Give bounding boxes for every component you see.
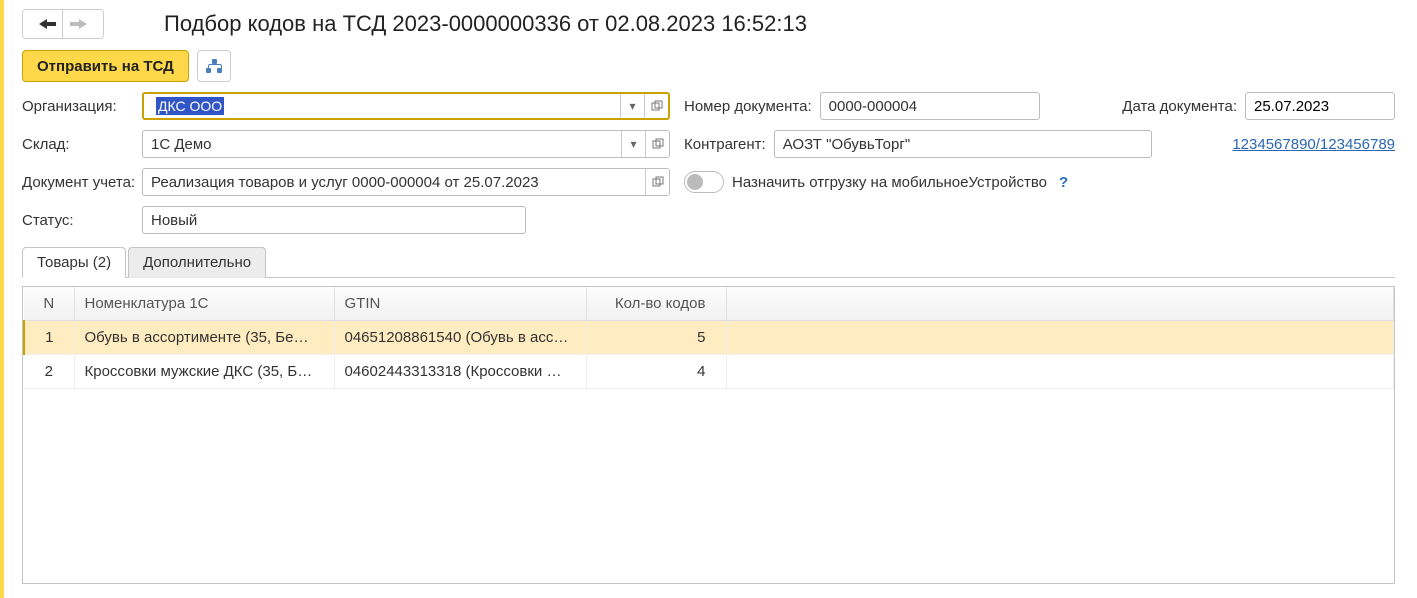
warehouse-dropdown-button[interactable]: ▾ xyxy=(621,131,645,157)
tab-content: N Номенклатура 1С GTIN Кол-во кодов 1 Об… xyxy=(22,278,1395,584)
docnum-input[interactable] xyxy=(820,92,1040,120)
page-title: Подбор кодов на ТСД 2023-0000000336 от 0… xyxy=(164,11,807,37)
tabs: Товары (2) Дополнительно xyxy=(22,246,1395,278)
assign-label: Назначить отгрузку на мобильноеУстройств… xyxy=(732,174,1047,191)
cell-gtin: 04602443313318 (Кроссовки … xyxy=(334,355,586,389)
warehouse-label: Склад: xyxy=(22,136,142,153)
col-nom[interactable]: Номенклатура 1С xyxy=(74,287,334,321)
open-icon xyxy=(652,138,664,150)
counterparty-label: Контрагент: xyxy=(684,136,766,153)
warehouse-open-button[interactable] xyxy=(645,131,669,157)
docdate-label: Дата документа: xyxy=(1122,98,1237,115)
nav-buttons xyxy=(22,9,104,39)
form-row-2: Склад: ▾ Контрагент: 123456789 xyxy=(22,130,1395,158)
title-bar: Подбор кодов на ТСД 2023-0000000336 от 0… xyxy=(4,0,1417,40)
col-qty[interactable]: Кол-во кодов xyxy=(586,287,726,321)
open-icon xyxy=(652,176,664,188)
table-row[interactable]: 2 Кроссовки мужские ДКС (35, Б… 04602443… xyxy=(24,355,1394,389)
cell-rest xyxy=(726,355,1394,389)
org-open-button[interactable] xyxy=(644,94,668,118)
arrow-left-icon xyxy=(39,19,47,29)
org-dropdown-button[interactable]: ▾ xyxy=(620,94,644,118)
grid-container: N Номенклатура 1С GTIN Кол-во кодов 1 Об… xyxy=(22,286,1395,584)
org-input-group: ДКС ООО ▾ xyxy=(142,92,670,120)
counterparty-link[interactable]: 1234567890/123456789 xyxy=(1232,136,1395,153)
arrow-right-icon xyxy=(79,19,87,29)
org-input[interactable]: ДКС ООО xyxy=(144,94,620,118)
status-label: Статус: xyxy=(22,212,142,229)
cell-qty: 5 xyxy=(586,321,726,355)
accdoc-input-group xyxy=(142,168,670,196)
accdoc-input[interactable] xyxy=(143,169,645,195)
send-to-tsd-button[interactable]: Отправить на ТСД xyxy=(22,50,189,82)
counterparty-input[interactable] xyxy=(774,130,1152,158)
cell-nom: Кроссовки мужские ДКС (35, Б… xyxy=(74,355,334,389)
open-icon xyxy=(651,100,663,112)
goods-table: N Номенклатура 1С GTIN Кол-во кодов 1 Об… xyxy=(23,287,1394,389)
table-header-row: N Номенклатура 1С GTIN Кол-во кодов xyxy=(24,287,1394,321)
form-area: Организация: ДКС ООО ▾ Номер документа xyxy=(4,92,1417,234)
help-icon[interactable]: ? xyxy=(1059,174,1068,191)
form-row-4: Статус: xyxy=(22,206,1395,234)
tabs-wrap: Товары (2) Дополнительно N Номенклатура … xyxy=(22,246,1395,584)
cell-n: 2 xyxy=(24,355,74,389)
col-rest xyxy=(726,287,1394,321)
app-page: Подбор кодов на ТСД 2023-0000000336 от 0… xyxy=(0,0,1417,598)
status-input[interactable] xyxy=(142,206,526,234)
col-gtin[interactable]: GTIN xyxy=(334,287,586,321)
tab-extra[interactable]: Дополнительно xyxy=(128,247,266,278)
docnum-label: Номер документа: xyxy=(684,98,812,115)
assign-toggle[interactable] xyxy=(684,171,724,193)
form-row-1: Организация: ДКС ООО ▾ Номер документа xyxy=(22,92,1395,120)
cell-n: 1 xyxy=(24,321,74,355)
warehouse-input-group: ▾ xyxy=(142,130,670,158)
warehouse-input[interactable] xyxy=(143,131,621,157)
tab-goods[interactable]: Товары (2) xyxy=(22,247,126,278)
forward-button[interactable] xyxy=(63,10,103,38)
cell-gtin: 04651208861540 (Обувь в асс… xyxy=(334,321,586,355)
cell-nom: Обувь в ассортименте (35, Бе… xyxy=(74,321,334,355)
accdoc-label: Документ учета: xyxy=(22,174,142,191)
form-row-3: Документ учета: Назначить отгрузку на мо… xyxy=(22,168,1395,196)
cell-rest xyxy=(726,321,1394,355)
back-button[interactable] xyxy=(23,10,63,38)
toolbar: Отправить на ТСД xyxy=(4,40,1417,92)
cell-qty: 4 xyxy=(586,355,726,389)
docdate-input[interactable] xyxy=(1246,93,1395,119)
table-row[interactable]: 1 Обувь в ассортименте (35, Бе… 04651208… xyxy=(24,321,1394,355)
org-value: ДКС ООО xyxy=(156,97,224,115)
org-label: Организация: xyxy=(22,98,142,115)
accdoc-open-button[interactable] xyxy=(645,169,669,195)
hierarchy-icon xyxy=(206,59,222,73)
col-n[interactable]: N xyxy=(24,287,74,321)
docdate-input-group: 🗓 xyxy=(1245,92,1395,120)
hierarchy-button[interactable] xyxy=(197,50,231,82)
